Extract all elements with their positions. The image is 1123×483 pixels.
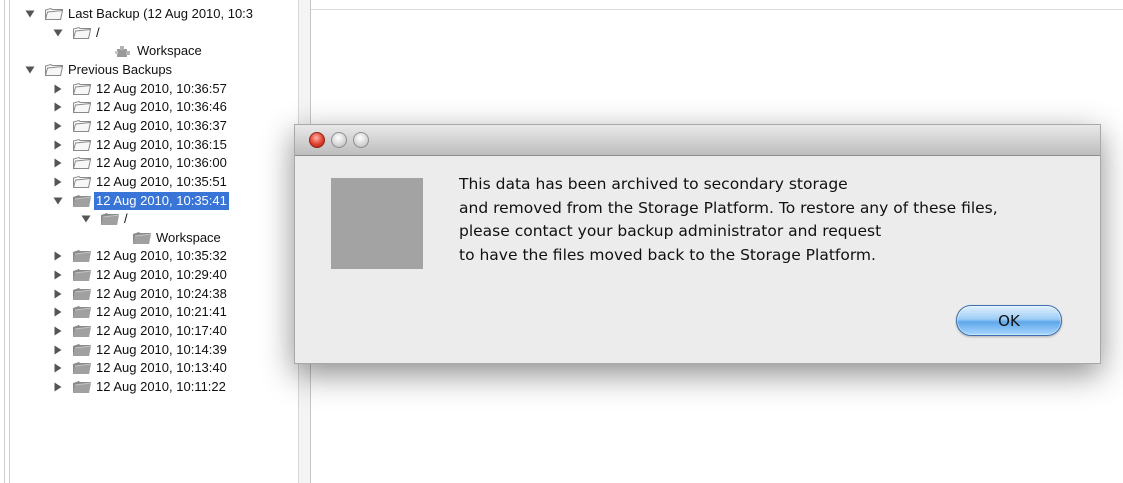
minimize-window-button[interactable] <box>331 132 347 148</box>
tree-row[interactable]: / <box>0 24 298 42</box>
tree-item-label[interactable]: 12 Aug 2010, 10:35:51 <box>94 173 229 191</box>
dialog-titlebar[interactable] <box>295 125 1100 156</box>
archived-folder-icon <box>100 212 120 226</box>
tree-item-label[interactable]: / <box>122 210 130 228</box>
disclosure-collapsed-icon[interactable] <box>52 117 64 135</box>
disclosure-expanded-icon[interactable] <box>24 5 36 23</box>
archived-folder-icon <box>72 268 92 282</box>
archived-folder-icon <box>72 249 92 263</box>
folder-icon <box>72 138 92 152</box>
folder-icon <box>72 100 92 114</box>
tree-item-label[interactable]: 12 Aug 2010, 10:21:41 <box>94 303 229 321</box>
tree-row[interactable]: 12 Aug 2010, 10:14:39 <box>0 341 298 359</box>
archived-folder-icon <box>72 194 92 208</box>
tree-row[interactable]: 12 Aug 2010, 10:35:51 <box>0 173 298 191</box>
disclosure-collapsed-icon[interactable] <box>52 266 64 284</box>
tree-row[interactable]: 12 Aug 2010, 10:13:40 <box>0 359 298 377</box>
tree-row[interactable]: 12 Aug 2010, 10:21:41 <box>0 303 298 321</box>
tree-row[interactable]: 12 Aug 2010, 10:35:41 <box>0 191 298 210</box>
disclosure-collapsed-icon[interactable] <box>52 378 64 396</box>
tree-item-label[interactable]: 12 Aug 2010, 10:36:00 <box>94 154 229 172</box>
tree-item-label[interactable]: 12 Aug 2010, 10:36:15 <box>94 136 229 154</box>
ok-button[interactable]: OK <box>956 305 1062 336</box>
disclosure-collapsed-icon[interactable] <box>52 98 64 116</box>
folder-icon <box>72 119 92 133</box>
tree-row[interactable]: Workspace <box>0 229 298 247</box>
tree-item-label[interactable]: 12 Aug 2010, 10:36:37 <box>94 117 229 135</box>
tree-row[interactable]: 12 Aug 2010, 10:36:15 <box>0 136 298 154</box>
close-window-button[interactable] <box>309 132 325 148</box>
disclosure-collapsed-icon[interactable] <box>52 322 64 340</box>
tree-row[interactable]: 12 Aug 2010, 10:11:22 <box>0 378 298 396</box>
tree-item-label[interactable]: Previous Backups <box>66 61 174 79</box>
tree-row[interactable]: 12 Aug 2010, 10:36:46 <box>0 98 298 116</box>
tree-item-label-selected[interactable]: 12 Aug 2010, 10:35:41 <box>94 191 229 210</box>
tree-item-label[interactable]: 12 Aug 2010, 10:36:57 <box>94 80 229 98</box>
tree-item-label[interactable]: Workspace <box>135 42 204 60</box>
tree-item-label[interactable]: Last Backup (12 Aug 2010, 10:3 <box>66 5 255 23</box>
tree-item-label[interactable]: 12 Aug 2010, 10:29:40 <box>94 266 229 284</box>
archived-folder-icon <box>72 380 92 394</box>
folder-icon <box>72 175 92 189</box>
folder-icon <box>44 63 64 77</box>
tree-row[interactable]: 12 Aug 2010, 10:29:40 <box>0 266 298 284</box>
archived-folder-icon <box>72 361 92 375</box>
archived-folder-icon <box>72 305 92 319</box>
workspace-puzzle-icon <box>113 44 133 58</box>
tree-item-label[interactable]: / <box>94 24 102 42</box>
tree-row[interactable]: Last Backup (12 Aug 2010, 10:3 <box>0 5 298 23</box>
disclosure-collapsed-icon[interactable] <box>52 285 64 303</box>
archived-folder-icon <box>72 324 92 338</box>
tree-row[interactable]: 12 Aug 2010, 10:36:37 <box>0 117 298 135</box>
disclosure-expanded-icon[interactable] <box>52 24 64 42</box>
message-line: to have the files moved back to the Stor… <box>459 245 876 264</box>
disclosure-collapsed-icon[interactable] <box>52 247 64 265</box>
tree-row[interactable]: Workspace <box>0 42 298 60</box>
folder-icon <box>44 7 64 21</box>
disclosure-collapsed-icon[interactable] <box>52 173 64 191</box>
disclosure-expanded-icon[interactable] <box>24 61 36 79</box>
disclosure-collapsed-icon[interactable] <box>52 80 64 98</box>
message-line: please contact your backup administrator… <box>459 222 882 240</box>
dialog-placeholder-icon <box>331 178 423 269</box>
backup-tree-panel: Last Backup (12 Aug 2010, 10:3/Workspace… <box>0 0 311 483</box>
tree-item-label[interactable]: 12 Aug 2010, 10:17:40 <box>94 322 229 340</box>
content-top-divider <box>311 9 1123 10</box>
tree-item-label[interactable]: Workspace <box>154 229 223 247</box>
disclosure-collapsed-icon[interactable] <box>52 303 64 321</box>
tree-row[interactable]: 12 Aug 2010, 10:36:57 <box>0 80 298 98</box>
zoom-window-button[interactable] <box>353 132 369 148</box>
archive-notice-dialog: This data has been archived to secondary… <box>294 124 1101 364</box>
tree-row[interactable]: 12 Aug 2010, 10:17:40 <box>0 322 298 340</box>
dialog-message: This data has been archived to secondary… <box>459 173 1089 267</box>
tree-item-label[interactable]: 12 Aug 2010, 10:13:40 <box>94 359 229 377</box>
disclosure-collapsed-icon[interactable] <box>52 154 64 172</box>
tree-row[interactable]: 12 Aug 2010, 10:24:38 <box>0 285 298 303</box>
disclosure-expanded-icon[interactable] <box>52 192 64 210</box>
disclosure-expanded-icon[interactable] <box>80 210 92 228</box>
folder-icon <box>72 82 92 96</box>
folder-icon <box>72 156 92 170</box>
tree-row[interactable]: Previous Backups <box>0 61 298 79</box>
tree-row[interactable]: / <box>0 210 298 228</box>
tree-item-label[interactable]: 12 Aug 2010, 10:36:46 <box>94 98 229 116</box>
archived-folder-icon <box>132 231 152 245</box>
tree-item-label[interactable]: 12 Aug 2010, 10:35:32 <box>94 247 229 265</box>
disclosure-collapsed-icon[interactable] <box>52 341 64 359</box>
folder-icon <box>72 26 92 40</box>
message-line: This data has been archived to secondary… <box>459 175 848 193</box>
message-line: and removed from the Storage Platform. T… <box>459 198 998 217</box>
tree-item-label[interactable]: 12 Aug 2010, 10:24:38 <box>94 285 229 303</box>
disclosure-collapsed-icon[interactable] <box>52 136 64 154</box>
tree-row[interactable]: 12 Aug 2010, 10:36:00 <box>0 154 298 172</box>
tree-item-label[interactable]: 12 Aug 2010, 10:14:39 <box>94 341 229 359</box>
archived-folder-icon <box>72 343 92 357</box>
archived-folder-icon <box>72 287 92 301</box>
tree-item-label[interactable]: 12 Aug 2010, 10:11:22 <box>94 378 228 396</box>
disclosure-collapsed-icon[interactable] <box>52 359 64 377</box>
tree-row[interactable]: 12 Aug 2010, 10:35:32 <box>0 247 298 265</box>
